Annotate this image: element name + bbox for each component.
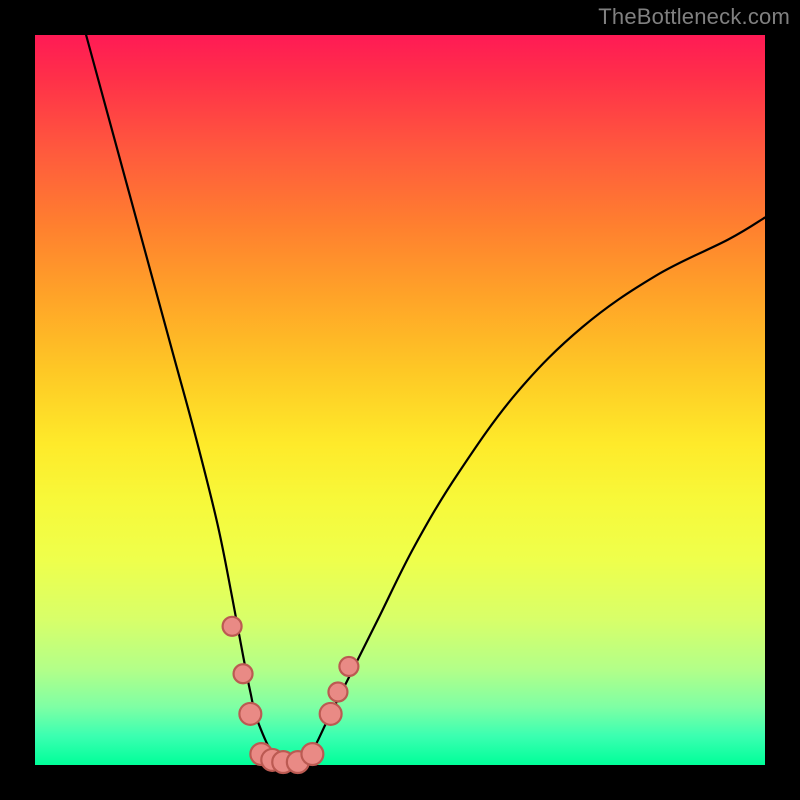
chart-container: TheBottleneck.com bbox=[0, 0, 800, 800]
data-marker bbox=[328, 683, 347, 702]
data-marker bbox=[223, 617, 242, 636]
data-marker bbox=[320, 703, 342, 725]
data-marker bbox=[339, 657, 358, 676]
data-marker bbox=[239, 703, 261, 725]
data-marker bbox=[301, 743, 323, 765]
data-marker bbox=[234, 664, 253, 683]
plot-area bbox=[35, 35, 765, 765]
marker-group bbox=[223, 617, 359, 773]
curves-svg bbox=[35, 35, 765, 765]
watermark-text: TheBottleneck.com bbox=[598, 4, 790, 30]
curve-left-branch bbox=[86, 35, 298, 765]
curve-right-branch bbox=[298, 218, 765, 766]
